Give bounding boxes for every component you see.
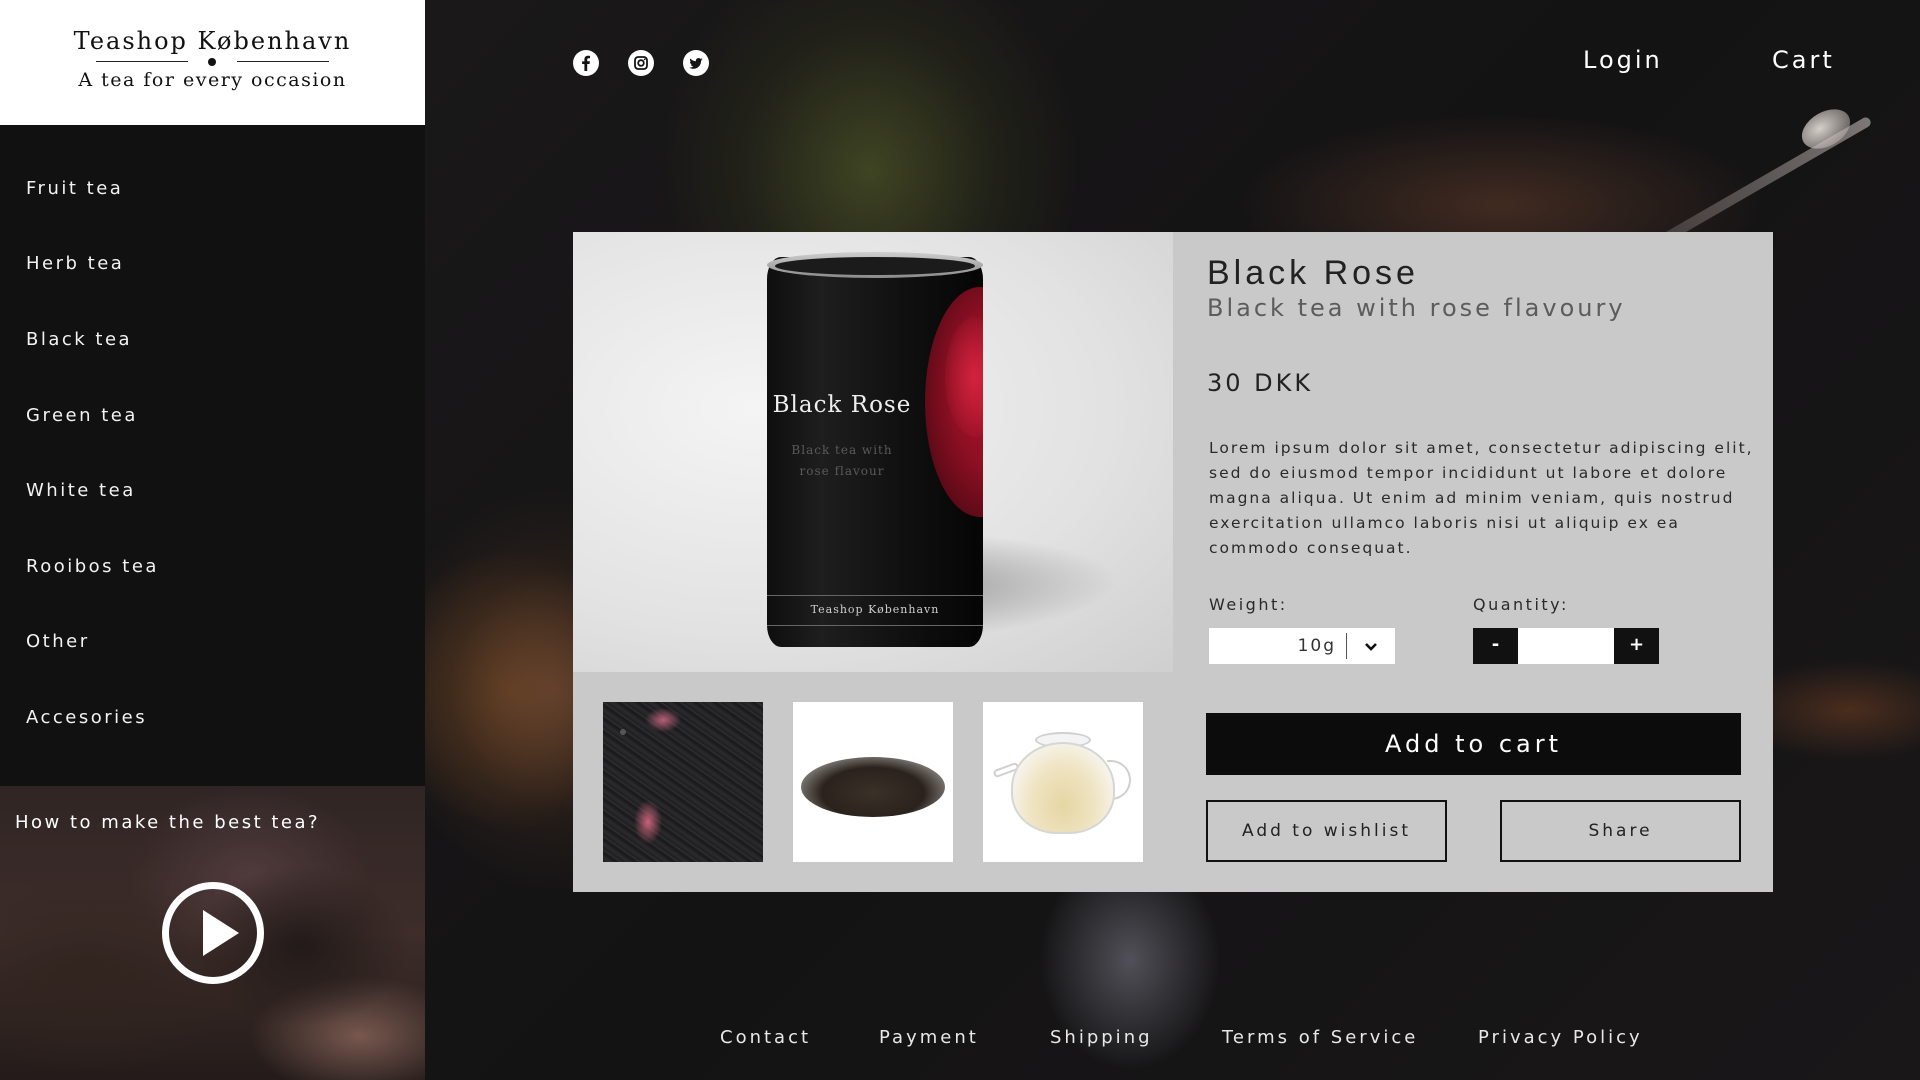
share-button[interactable]: Share xyxy=(1500,800,1741,862)
thumbnail-teapot[interactable] xyxy=(983,702,1143,862)
product-title: Black Rose xyxy=(1207,254,1419,292)
video-promo[interactable]: How to make the best tea? xyxy=(0,786,425,1080)
can-band-bottom xyxy=(767,625,983,626)
quantity-label: Quantity: xyxy=(1473,595,1569,614)
weight-value: 10g xyxy=(1297,636,1336,656)
logo-tagline: A tea for every occasion xyxy=(78,69,347,91)
chevron-down-icon[interactable] xyxy=(1347,637,1395,656)
footer-link-privacy[interactable]: Privacy Policy xyxy=(1478,1027,1643,1048)
thumbnail-tea-leaves-rose[interactable] xyxy=(603,702,763,862)
weight-label: Weight: xyxy=(1209,595,1288,614)
sidebar-item-accesories[interactable]: Accesories xyxy=(26,707,147,728)
logo-rule-right xyxy=(237,61,329,62)
product-price: 30 DKK xyxy=(1207,369,1314,397)
can-label-subtitle: Black tea with rose flavour xyxy=(767,440,917,482)
quantity-increase-button[interactable]: + xyxy=(1614,628,1659,664)
weight-select[interactable]: 10g xyxy=(1209,628,1395,664)
can-label-subtitle-line1: Black tea with xyxy=(791,443,893,457)
product-main-image: Black Rose Black tea with rose flavour T… xyxy=(573,232,1173,672)
sidebar-item-black-tea[interactable]: Black tea xyxy=(26,329,132,350)
play-button[interactable] xyxy=(162,882,264,984)
facebook-icon[interactable] xyxy=(573,50,599,76)
add-to-wishlist-button[interactable]: Add to wishlist xyxy=(1206,800,1447,862)
add-to-cart-button[interactable]: Add to cart xyxy=(1206,713,1741,775)
sidebar: Teashop København A tea for every occasi… xyxy=(0,0,425,1080)
logo-dot xyxy=(208,58,216,66)
teapot-body xyxy=(1011,742,1115,834)
sidebar-item-green-tea[interactable]: Green tea xyxy=(26,405,138,426)
can-label-subtitle-line2: rose flavour xyxy=(799,464,885,478)
sidebar-item-rooibos-tea[interactable]: Rooibos tea xyxy=(26,556,159,577)
quantity-stepper: - + xyxy=(1473,628,1659,664)
footer-link-terms[interactable]: Terms of Service xyxy=(1222,1027,1418,1048)
sidebar-item-fruit-tea[interactable]: Fruit tea xyxy=(26,178,123,199)
can-band-top xyxy=(767,595,983,596)
can-lid-inner xyxy=(775,257,975,275)
login-link[interactable]: Login xyxy=(1583,46,1663,74)
instagram-icon[interactable] xyxy=(628,50,654,76)
logo-rule-left xyxy=(96,61,188,62)
logo-title: Teashop København xyxy=(73,27,352,55)
cart-link[interactable]: Cart xyxy=(1772,46,1835,74)
can-label-title: Black Rose xyxy=(772,392,912,418)
loose-tea-pile xyxy=(801,757,945,817)
sidebar-item-herb-tea[interactable]: Herb tea xyxy=(26,253,124,274)
quantity-input[interactable] xyxy=(1518,628,1614,664)
product-subtitle: Black tea with rose flavoury xyxy=(1207,294,1626,322)
video-title: How to make the best tea? xyxy=(15,812,321,833)
logo[interactable]: Teashop København A tea for every occasi… xyxy=(0,0,425,125)
footer-link-contact[interactable]: Contact xyxy=(720,1027,811,1048)
sidebar-item-white-tea[interactable]: White tea xyxy=(26,480,136,501)
product-description: Lorem ipsum dolor sit amet, consectetur … xyxy=(1209,439,1754,557)
footer-link-payment[interactable]: Payment xyxy=(879,1027,979,1048)
thumbnail-loose-tea[interactable] xyxy=(793,702,953,862)
footer-link-shipping[interactable]: Shipping xyxy=(1050,1027,1153,1048)
twitter-icon[interactable] xyxy=(683,50,709,76)
tea-can: Black Rose Black tea with rose flavour T… xyxy=(767,257,983,647)
quantity-decrease-button[interactable]: - xyxy=(1473,628,1518,664)
product-card: Black Rose Black tea with rose flavour T… xyxy=(573,232,1773,892)
play-icon xyxy=(203,910,239,956)
can-label-brand: Teashop København xyxy=(810,603,940,616)
sidebar-item-other[interactable]: Other xyxy=(26,631,90,652)
